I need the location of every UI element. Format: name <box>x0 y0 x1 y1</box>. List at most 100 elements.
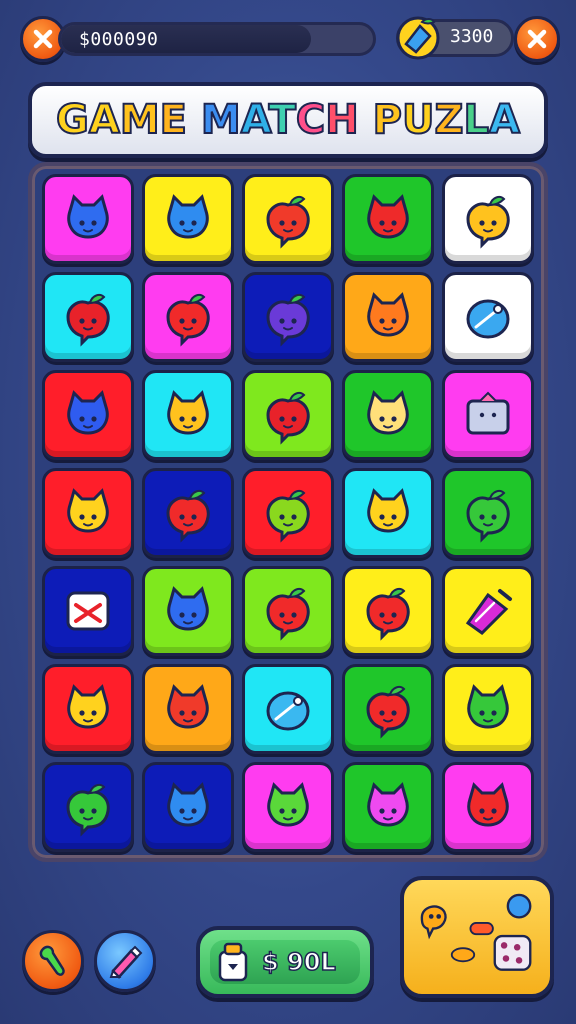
green-cat-icon <box>267 782 309 827</box>
orange-cat-icon <box>367 292 409 337</box>
board-tile[interactable] <box>342 174 434 264</box>
title-letter <box>187 97 201 143</box>
coins-bar: $000090 <box>58 22 376 56</box>
red-apple-icon <box>366 686 410 739</box>
title-banner: GAME MATCH PUZLA <box>28 82 548 158</box>
board-tile[interactable] <box>442 664 534 754</box>
green-wrench-icon <box>39 945 65 976</box>
yellow-cat-icon <box>367 488 409 533</box>
gems-value: 3300 <box>450 26 494 47</box>
title-letter: M <box>119 96 161 144</box>
board-tile[interactable] <box>442 468 534 558</box>
blue-cat-icon <box>67 194 109 239</box>
board-tile[interactable] <box>142 664 234 754</box>
board-tile[interactable] <box>242 370 334 460</box>
board-tile[interactable] <box>142 468 234 558</box>
yellow-blob-icon <box>466 196 510 249</box>
title-letter: A <box>488 96 521 144</box>
board-tile[interactable] <box>242 566 334 656</box>
item-preview-panel[interactable] <box>400 876 554 998</box>
close-right-button[interactable] <box>514 16 560 62</box>
pencil-button[interactable] <box>94 930 156 992</box>
board-tile[interactable] <box>142 566 234 656</box>
board-tile[interactable] <box>42 468 134 558</box>
title-letter: Z <box>433 96 464 144</box>
title-letter: T <box>268 96 297 144</box>
white-bow-icon <box>66 591 110 631</box>
title-letter: P <box>372 96 403 144</box>
red-apple-icon <box>166 294 210 347</box>
red-apple-icon <box>166 490 210 543</box>
board-tile[interactable] <box>242 664 334 754</box>
board-tile[interactable] <box>342 566 434 656</box>
cream-cat-icon <box>367 390 409 435</box>
title-letter: M <box>200 96 242 144</box>
tool-button[interactable] <box>22 930 84 992</box>
board-tile[interactable] <box>242 468 334 558</box>
green-apple-icon <box>266 490 310 543</box>
grey-box-icon <box>466 391 510 435</box>
yellow-cat-icon <box>67 684 109 729</box>
pink-cat-icon <box>367 782 409 827</box>
blue-cat-icon <box>67 390 109 435</box>
purple-gem-icon <box>465 589 512 635</box>
green-apple-icon <box>466 490 510 543</box>
board-tile[interactable] <box>42 370 134 460</box>
pencil-icon <box>109 945 143 979</box>
board-tile[interactable] <box>442 370 534 460</box>
red-cat-icon <box>167 684 209 729</box>
game-title: GAME MATCH PUZLA <box>55 96 521 144</box>
board-tile[interactable] <box>142 762 234 852</box>
board-tile[interactable] <box>242 174 334 264</box>
board-tile[interactable] <box>442 566 534 656</box>
board-tile[interactable] <box>442 762 534 852</box>
item-preview-icon <box>420 893 532 971</box>
board-tile[interactable] <box>342 468 434 558</box>
red-apple-icon <box>366 588 410 641</box>
top-bar: $000090 3300 <box>0 0 576 80</box>
board-tile[interactable] <box>42 174 134 264</box>
blue-cat-icon <box>167 586 209 631</box>
board-tile[interactable] <box>42 762 134 852</box>
board-tile[interactable] <box>342 664 434 754</box>
yellow-cat-icon <box>167 390 209 435</box>
board-tile[interactable] <box>142 272 234 362</box>
title-letter: E <box>159 96 188 144</box>
score-panel: $ 90L <box>196 926 374 998</box>
blue-cat-icon <box>167 782 209 827</box>
board-tile[interactable] <box>342 272 434 362</box>
board-tile[interactable] <box>442 272 534 362</box>
board-tile[interactable] <box>42 566 134 656</box>
game-board <box>28 162 548 862</box>
title-letter <box>359 97 373 143</box>
red-cat-icon <box>467 782 509 827</box>
board-tile[interactable] <box>142 174 234 264</box>
title-letter: G <box>55 96 90 144</box>
close-x-icon <box>33 29 53 49</box>
board-tile[interactable] <box>342 370 434 460</box>
score-value: $ 90L <box>261 947 336 977</box>
board-tile[interactable] <box>242 762 334 852</box>
board-tile[interactable] <box>42 272 134 362</box>
board-tile[interactable] <box>142 370 234 460</box>
red-apple-icon <box>66 294 110 347</box>
blue-pin-icon <box>466 299 510 339</box>
title-letter: H <box>324 96 360 144</box>
title-letter: A <box>240 96 270 144</box>
blue-pin-icon <box>266 691 310 731</box>
jar-icon <box>218 942 248 982</box>
title-letter: L <box>463 96 490 144</box>
green-cat-icon <box>467 684 509 729</box>
yellow-cat-icon <box>67 488 109 533</box>
board-tile[interactable] <box>42 664 134 754</box>
board-tile[interactable] <box>242 272 334 362</box>
green-apple-icon <box>66 784 110 837</box>
board-tile[interactable] <box>442 174 534 264</box>
blue-gem-icon <box>396 16 440 60</box>
board-tile[interactable] <box>342 762 434 852</box>
red-cat-icon <box>367 194 409 239</box>
title-letter: U <box>401 96 436 144</box>
close-x-icon <box>527 29 547 49</box>
title-letter: A <box>88 96 121 144</box>
red-apple-icon <box>266 588 310 641</box>
